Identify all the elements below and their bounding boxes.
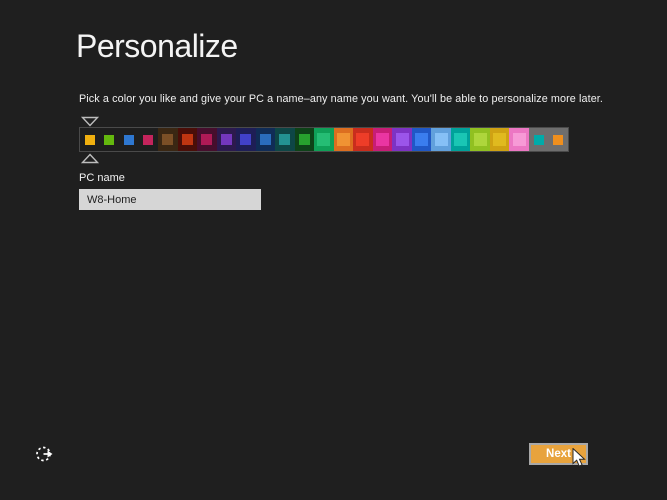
personalize-setup-screen: { "page": { "title": "Personalize", "sub… xyxy=(0,0,667,500)
color-swatch-accent-21 xyxy=(493,133,507,146)
pc-name-label: PC name xyxy=(79,172,125,184)
color-swatch-4[interactable] xyxy=(158,128,178,151)
color-swatch-23[interactable] xyxy=(528,128,549,151)
color-swatch-10[interactable] xyxy=(275,128,295,151)
color-swatch-21[interactable] xyxy=(489,128,510,151)
color-swatch-7[interactable] xyxy=(216,128,237,151)
ease-of-access-icon[interactable] xyxy=(34,444,54,464)
color-swatch-5[interactable] xyxy=(177,128,198,151)
color-swatch-19[interactable] xyxy=(450,128,471,151)
color-swatch-15[interactable] xyxy=(372,128,393,151)
color-swatch-accent-7 xyxy=(220,134,232,145)
color-swatch-accent-6 xyxy=(201,134,213,145)
color-swatch-6[interactable] xyxy=(197,128,217,151)
color-swatch-accent-20 xyxy=(473,133,487,146)
color-swatch-accent-23 xyxy=(533,134,544,145)
color-swatch-9[interactable] xyxy=(255,128,276,151)
slider-marker-up-icon[interactable] xyxy=(81,153,99,164)
color-swatch-8[interactable] xyxy=(236,128,256,151)
color-swatch-22[interactable] xyxy=(509,128,529,151)
slider-marker-down-icon[interactable] xyxy=(81,116,99,127)
color-swatch-accent-24 xyxy=(553,134,564,145)
color-swatch-accent-16 xyxy=(395,133,409,146)
color-swatch-13[interactable] xyxy=(333,128,354,151)
color-swatch-14[interactable] xyxy=(353,128,373,151)
color-swatch-accent-14 xyxy=(356,133,370,146)
color-swatch-accent-17 xyxy=(415,133,429,146)
color-swatch-accent-5 xyxy=(181,134,193,145)
color-swatch-accent-4 xyxy=(162,134,174,145)
pc-name-input[interactable] xyxy=(79,189,261,210)
color-swatch-accent-10 xyxy=(279,134,291,145)
color-swatch-accent-19 xyxy=(454,133,468,146)
color-swatch-accent-2 xyxy=(123,134,134,145)
color-swatch-accent-8 xyxy=(240,134,252,145)
color-swatch-24[interactable] xyxy=(548,128,568,151)
color-swatch-accent-22 xyxy=(512,133,526,146)
color-swatch-12[interactable] xyxy=(314,128,334,151)
color-swatch-accent-13 xyxy=(336,133,350,146)
color-swatch-accent-12 xyxy=(317,133,331,146)
next-button[interactable]: Next xyxy=(529,443,588,465)
color-swatch-2[interactable] xyxy=(119,128,139,151)
color-swatch-0[interactable] xyxy=(80,128,100,151)
page-title: Personalize xyxy=(76,28,238,64)
color-swatch-accent-1 xyxy=(104,134,115,145)
color-swatch-18[interactable] xyxy=(431,128,451,151)
color-slider-bar[interactable] xyxy=(79,127,569,152)
color-swatch-accent-9 xyxy=(259,134,271,145)
color-swatch-accent-11 xyxy=(298,134,310,145)
next-button-label: Next xyxy=(546,448,571,460)
color-swatch-11[interactable] xyxy=(294,128,315,151)
color-swatch-16[interactable] xyxy=(392,128,412,151)
color-swatch-accent-18 xyxy=(434,133,448,146)
color-swatch-1[interactable] xyxy=(99,128,120,151)
color-swatch-17[interactable] xyxy=(411,128,432,151)
instruction-text: Pick a color you like and give your PC a… xyxy=(79,93,604,105)
color-swatch-20[interactable] xyxy=(470,128,490,151)
color-swatch-3[interactable] xyxy=(138,128,159,151)
color-swatch-accent-3 xyxy=(143,134,154,145)
color-swatch-accent-0 xyxy=(84,134,95,145)
color-swatch-accent-15 xyxy=(375,133,389,146)
